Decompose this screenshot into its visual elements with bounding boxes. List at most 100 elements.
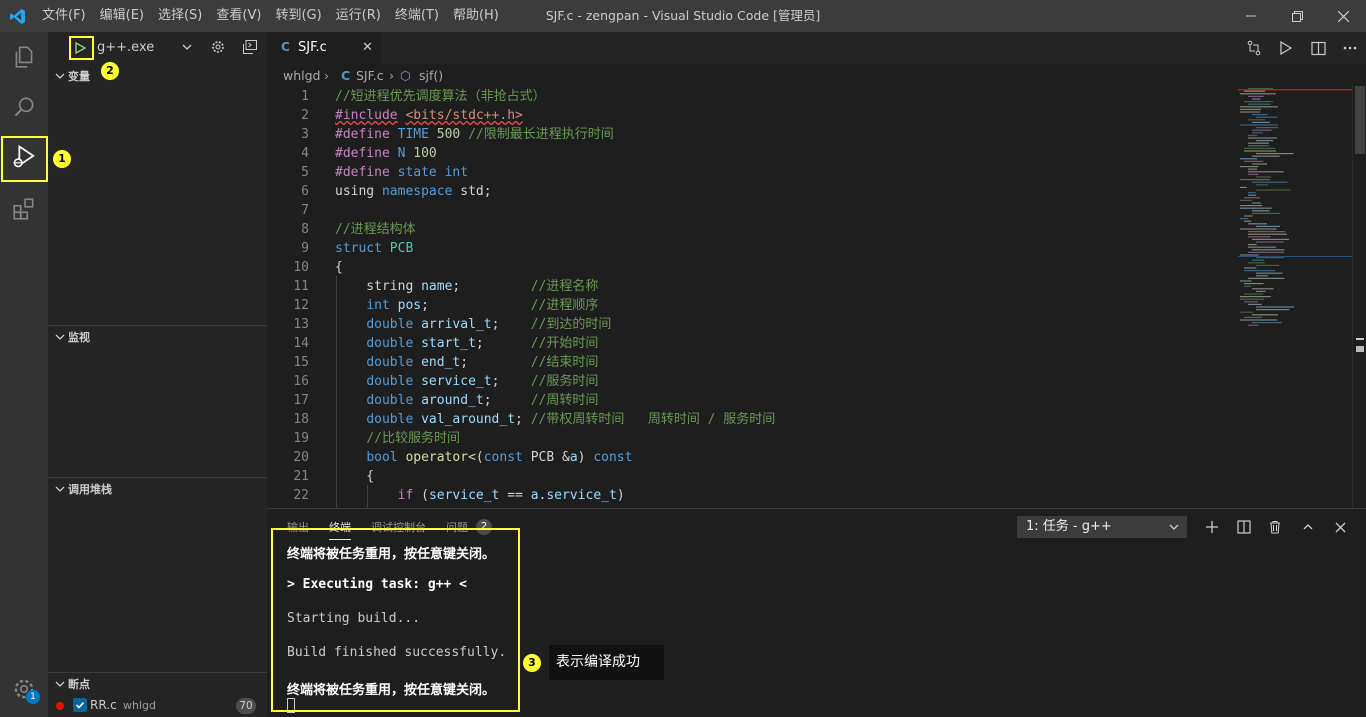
menu-item[interactable]: 帮助(H) bbox=[446, 0, 506, 32]
code-token: { bbox=[335, 469, 375, 484]
code-token: 500 bbox=[436, 127, 461, 142]
window-controls bbox=[1228, 0, 1366, 32]
minimap-viewport-line bbox=[1238, 256, 1352, 257]
line-number: 11 bbox=[293, 279, 309, 294]
code-token: //服务时间 bbox=[530, 374, 599, 389]
menu-item[interactable]: 终端(T) bbox=[388, 0, 446, 32]
minimap-line bbox=[1240, 280, 1252, 282]
close-panel-icon[interactable] bbox=[1329, 516, 1351, 538]
menu-item[interactable]: 转到(G) bbox=[268, 0, 328, 32]
code-line: 12 int pos; //进程顺序 bbox=[267, 296, 1233, 315]
breadcrumb-file[interactable]: SJF.c bbox=[356, 68, 384, 83]
minimap-line bbox=[1240, 319, 1278, 321]
code-line: 19 //比较服务时间 bbox=[267, 429, 1233, 448]
explorer-icon[interactable] bbox=[0, 32, 48, 82]
watch-section-header[interactable]: 监视 bbox=[48, 326, 267, 348]
minimize-button[interactable] bbox=[1228, 0, 1274, 32]
compare-changes-icon[interactable] bbox=[1238, 32, 1270, 64]
code-token: if bbox=[397, 488, 414, 503]
split-editor-icon[interactable] bbox=[1302, 32, 1334, 64]
search-icon[interactable] bbox=[0, 82, 48, 132]
extensions-icon[interactable] bbox=[0, 184, 48, 234]
manage-gear-icon[interactable]: 1 bbox=[0, 664, 48, 714]
minimap-line bbox=[1256, 264, 1280, 266]
vscode-logo-icon bbox=[0, 0, 35, 32]
code-line: 11 string name; //进程名称 bbox=[267, 277, 1233, 296]
code-token: //进程结构体 bbox=[335, 222, 416, 237]
code-token: ; bbox=[515, 412, 531, 427]
chevron-down-icon[interactable] bbox=[181, 41, 193, 57]
debug-config-select[interactable]: g++.exe bbox=[97, 40, 154, 55]
debug-console-icon[interactable] bbox=[242, 39, 258, 59]
menu-item[interactable]: 编辑(E) bbox=[93, 0, 151, 32]
minimap-line bbox=[1252, 132, 1263, 134]
split-terminal-icon[interactable] bbox=[1233, 516, 1255, 538]
menu-item[interactable]: 运行(R) bbox=[329, 0, 388, 32]
minimap-line bbox=[1244, 215, 1253, 217]
editor-scrollbar[interactable] bbox=[1352, 86, 1366, 508]
code-editor[interactable]: 1 //短进程优先调度算法（非抢占式） 2 #include <bits/stdc++… bbox=[267, 86, 1233, 508]
minimap-line bbox=[1248, 137, 1278, 139]
code-text: #define N 100 bbox=[335, 144, 437, 163]
breakpoint-file: RR.c bbox=[90, 698, 117, 712]
close-tab-icon[interactable]: ✕ bbox=[362, 40, 373, 55]
minimap-line bbox=[1248, 95, 1264, 97]
menu-item[interactable]: 文件(F) bbox=[35, 0, 93, 32]
new-terminal-icon[interactable] bbox=[1201, 516, 1223, 538]
scrollbar-marker bbox=[1356, 338, 1364, 340]
code-token: ; bbox=[483, 393, 531, 408]
code-token: around_t bbox=[421, 393, 484, 408]
callstack-section-header[interactable]: 调用堆栈 bbox=[48, 478, 267, 500]
close-window-button[interactable] bbox=[1320, 0, 1366, 32]
menu-item[interactable]: 查看(V) bbox=[209, 0, 268, 32]
minimap-line bbox=[1256, 189, 1291, 191]
breakpoint-checkbox[interactable] bbox=[73, 698, 87, 712]
variables-section-header[interactable]: 变量 bbox=[48, 65, 267, 87]
variables-section-title: 变量 bbox=[68, 70, 90, 83]
scrollbar-thumb[interactable] bbox=[1355, 86, 1365, 154]
code-token: service_t bbox=[421, 374, 492, 389]
minimap-line bbox=[1244, 270, 1276, 272]
code-token: //进程名称 bbox=[530, 279, 599, 294]
more-actions-icon[interactable] bbox=[1334, 32, 1366, 64]
menu-item[interactable]: 选择(S) bbox=[151, 0, 209, 32]
breakpoints-section-header[interactable]: 断点 bbox=[48, 673, 267, 695]
code-token: //周转时间 bbox=[530, 393, 599, 408]
minimap[interactable] bbox=[1238, 86, 1352, 508]
code-token: #define bbox=[335, 165, 390, 180]
breadcrumb-folder[interactable]: whlgd bbox=[283, 68, 321, 83]
tab-sjf-c[interactable]: C SJF.c ✕ bbox=[267, 32, 381, 64]
minimap-line bbox=[1252, 114, 1268, 116]
code-text: //进程结构体 bbox=[335, 220, 416, 239]
code-text: if (service_t == a.service_t) bbox=[335, 486, 625, 505]
run-file-icon[interactable] bbox=[1270, 32, 1302, 64]
breadcrumb-symbol[interactable]: sjf() bbox=[419, 68, 443, 83]
code-token: //开始时间 bbox=[530, 336, 599, 351]
code-token: std; bbox=[452, 184, 492, 199]
breakpoint-item[interactable]: RR.c whlgd 70 bbox=[48, 696, 267, 716]
minimap-line bbox=[1248, 134, 1258, 136]
trash-icon[interactable] bbox=[1264, 516, 1286, 538]
minimap-line bbox=[1248, 223, 1267, 225]
minimap-line bbox=[1256, 306, 1295, 308]
minimap-line bbox=[1248, 262, 1265, 264]
code-text: int pos; //进程顺序 bbox=[335, 296, 598, 315]
code-token: service_t bbox=[546, 488, 617, 503]
terminal-select[interactable]: 1: 任务 - g++ bbox=[1017, 516, 1187, 538]
code-token: arrival_t bbox=[421, 317, 492, 332]
breadcrumb: whlgd › C SJF.c › ⬡ sjf() bbox=[267, 64, 1366, 86]
breakpoint-dot-icon bbox=[56, 702, 64, 710]
minimap-line bbox=[1244, 197, 1261, 199]
gear-icon[interactable] bbox=[210, 39, 226, 59]
maximize-panel-icon[interactable] bbox=[1297, 516, 1319, 538]
restore-button[interactable] bbox=[1274, 0, 1320, 32]
